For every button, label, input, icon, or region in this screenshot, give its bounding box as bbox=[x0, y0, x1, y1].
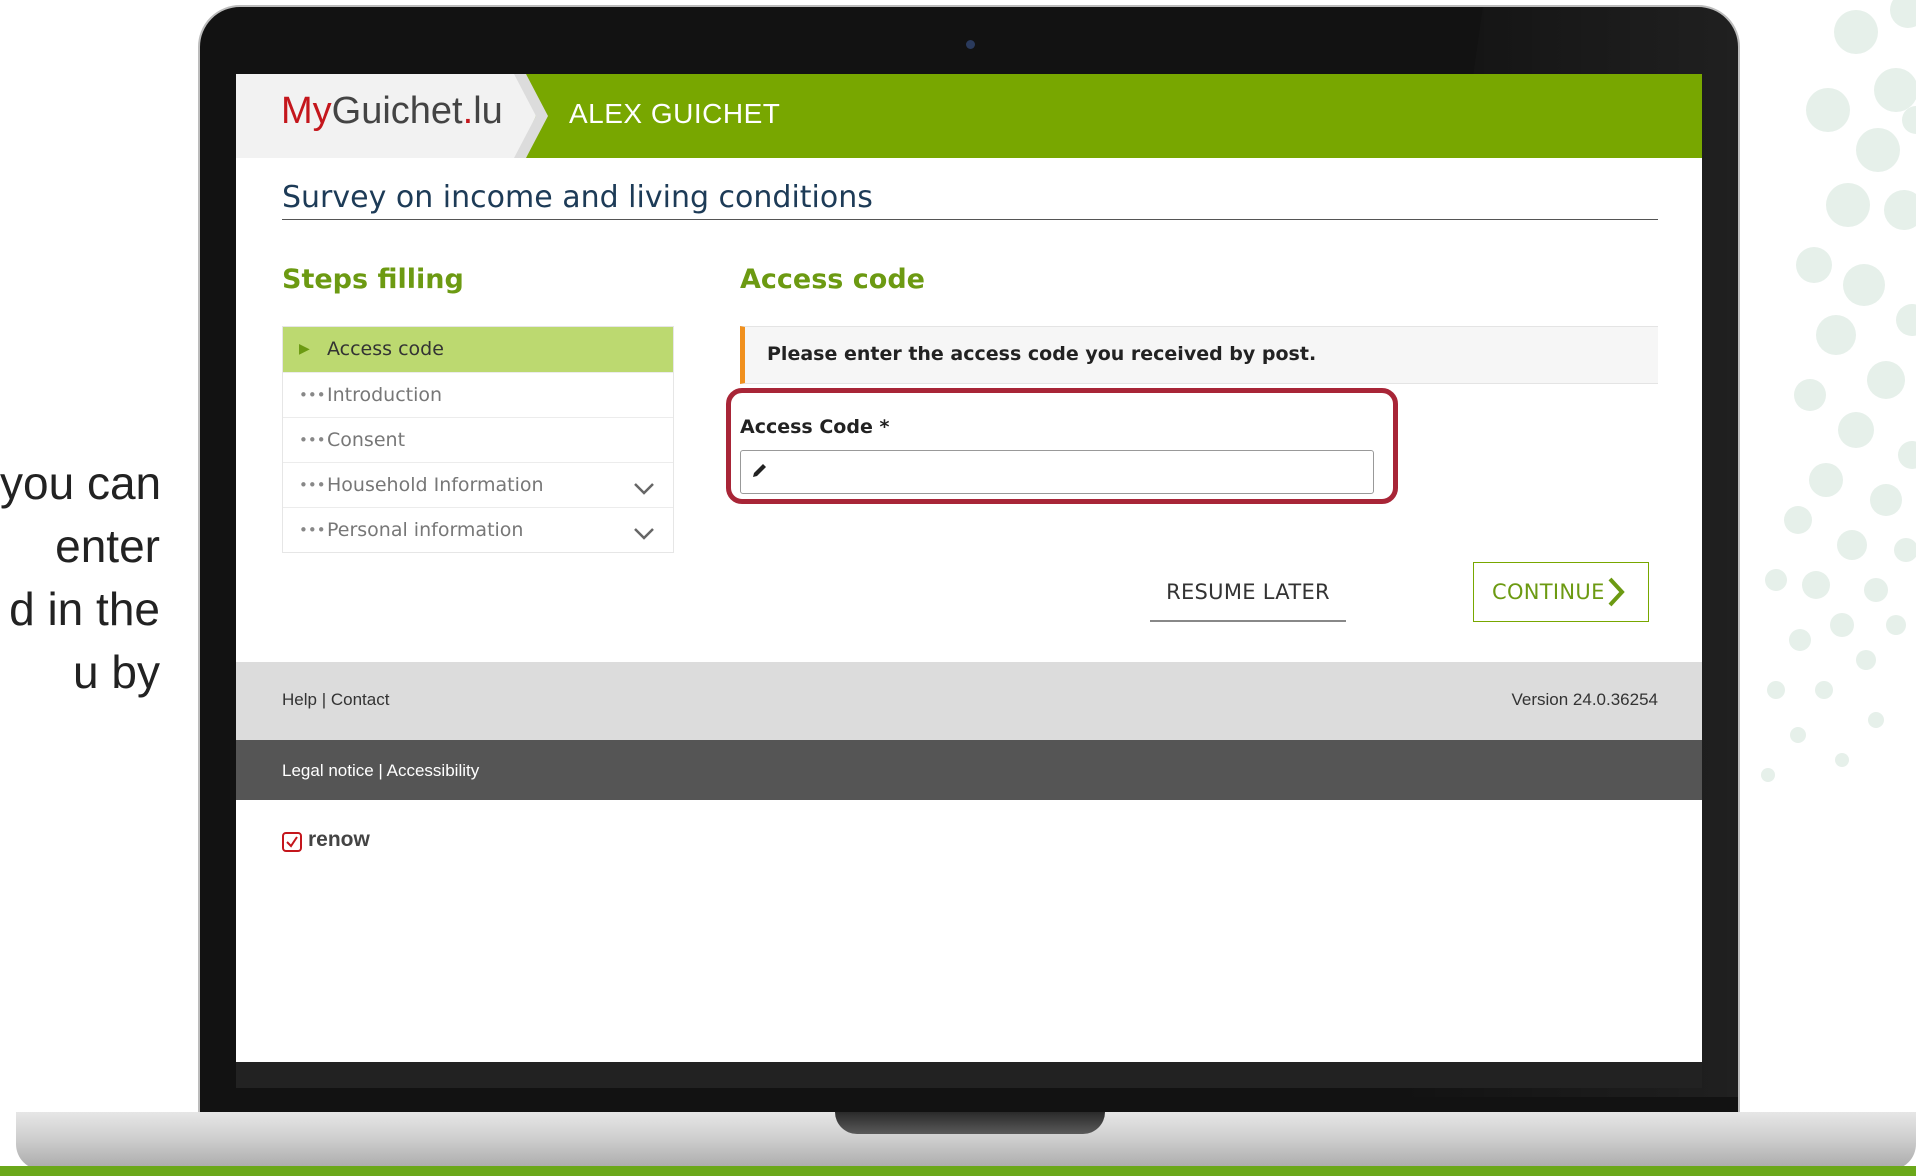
side-caption-line: d in the bbox=[9, 583, 160, 635]
step-label: Access code bbox=[327, 338, 444, 360]
username[interactable]: ALEX GUICHET bbox=[569, 98, 780, 130]
resume-later-button[interactable]: RESUME LATER bbox=[1150, 564, 1346, 622]
continue-button[interactable]: CONTINUE bbox=[1473, 562, 1649, 622]
step-personal-information[interactable]: ••• Personal information bbox=[283, 507, 673, 552]
screen-bottom-bezel bbox=[236, 1062, 1702, 1088]
continue-label: CONTINUE bbox=[1492, 580, 1605, 604]
step-introduction[interactable]: ••• Introduction bbox=[283, 372, 673, 417]
chevron-down-icon[interactable] bbox=[633, 522, 655, 544]
camera-icon bbox=[966, 40, 975, 49]
browser-screen: MyGuichet.lu ALEX GUICHET Survey on inco… bbox=[236, 74, 1702, 1062]
side-caption: you can enter d in the u by bbox=[0, 452, 160, 704]
steps-heading: Steps filling bbox=[282, 264, 464, 295]
legal-notice-link[interactable]: Legal notice bbox=[282, 761, 374, 780]
accessibility-link[interactable]: Accessibility bbox=[387, 761, 480, 780]
step-label: Household Information bbox=[327, 474, 544, 496]
step-consent[interactable]: ••• Consent bbox=[283, 417, 673, 462]
info-message: Please enter the access code you receive… bbox=[740, 326, 1658, 384]
help-link[interactable]: Help bbox=[282, 690, 317, 709]
chevron-down-icon[interactable] bbox=[633, 477, 655, 499]
side-caption-line: enter bbox=[55, 520, 160, 572]
logo-text: MyGuichet.lu bbox=[281, 90, 503, 133]
logo-dot: . bbox=[462, 90, 474, 132]
logo[interactable]: MyGuichet.lu bbox=[236, 74, 536, 158]
page-title: Survey on income and living conditions bbox=[282, 180, 873, 215]
access-code-label: Access Code * bbox=[740, 416, 890, 438]
side-caption-line: u by bbox=[73, 646, 160, 698]
checkbox-icon bbox=[282, 832, 302, 852]
triangle-right-icon: ▶ bbox=[299, 341, 310, 357]
decorative-dots bbox=[1761, 0, 1916, 782]
separator: | bbox=[378, 761, 383, 780]
logo-part-lu: lu bbox=[473, 90, 503, 132]
separator: | bbox=[321, 690, 327, 709]
ellipsis-icon: ••• bbox=[299, 386, 326, 404]
ellipsis-icon: ••• bbox=[299, 431, 326, 449]
info-text: Please enter the access code you receive… bbox=[767, 343, 1317, 365]
pencil-icon bbox=[753, 464, 766, 477]
step-access-code[interactable]: ▶ Access code bbox=[283, 327, 673, 372]
title-divider bbox=[282, 219, 1658, 220]
step-label: Introduction bbox=[327, 384, 443, 406]
ellipsis-icon: ••• bbox=[299, 521, 326, 539]
ellipsis-icon: ••• bbox=[299, 476, 326, 494]
section-heading: Access code bbox=[740, 264, 925, 295]
footer-secondary: Legal notice | Accessibility bbox=[236, 740, 1702, 800]
footer-links: Help | Contact bbox=[282, 690, 389, 710]
step-label: Personal information bbox=[327, 519, 524, 541]
version-text: Version 24.0.36254 bbox=[1511, 690, 1658, 709]
footer-legal-links: Legal notice | Accessibility bbox=[282, 761, 479, 781]
steps-list: ▶ Access code ••• Introduction ••• Conse… bbox=[282, 326, 674, 553]
logo-part-guichet: Guichet bbox=[331, 90, 463, 132]
renow-text: renow bbox=[308, 828, 370, 851]
access-code-input[interactable] bbox=[740, 450, 1374, 494]
side-caption-line: you can bbox=[0, 457, 160, 509]
bottom-accent-strip bbox=[0, 1166, 1916, 1176]
step-household-information[interactable]: ••• Household Information bbox=[283, 462, 673, 507]
footer-primary: Help | Contact Version 24.0.36254 bbox=[236, 662, 1702, 740]
chevron-right-icon bbox=[1608, 577, 1625, 607]
header-bar: MyGuichet.lu ALEX GUICHET bbox=[236, 74, 1702, 158]
laptop-notch bbox=[835, 1112, 1105, 1134]
contact-link[interactable]: Contact bbox=[331, 690, 390, 709]
step-label: Consent bbox=[327, 429, 406, 451]
logo-part-my: My bbox=[281, 90, 332, 132]
